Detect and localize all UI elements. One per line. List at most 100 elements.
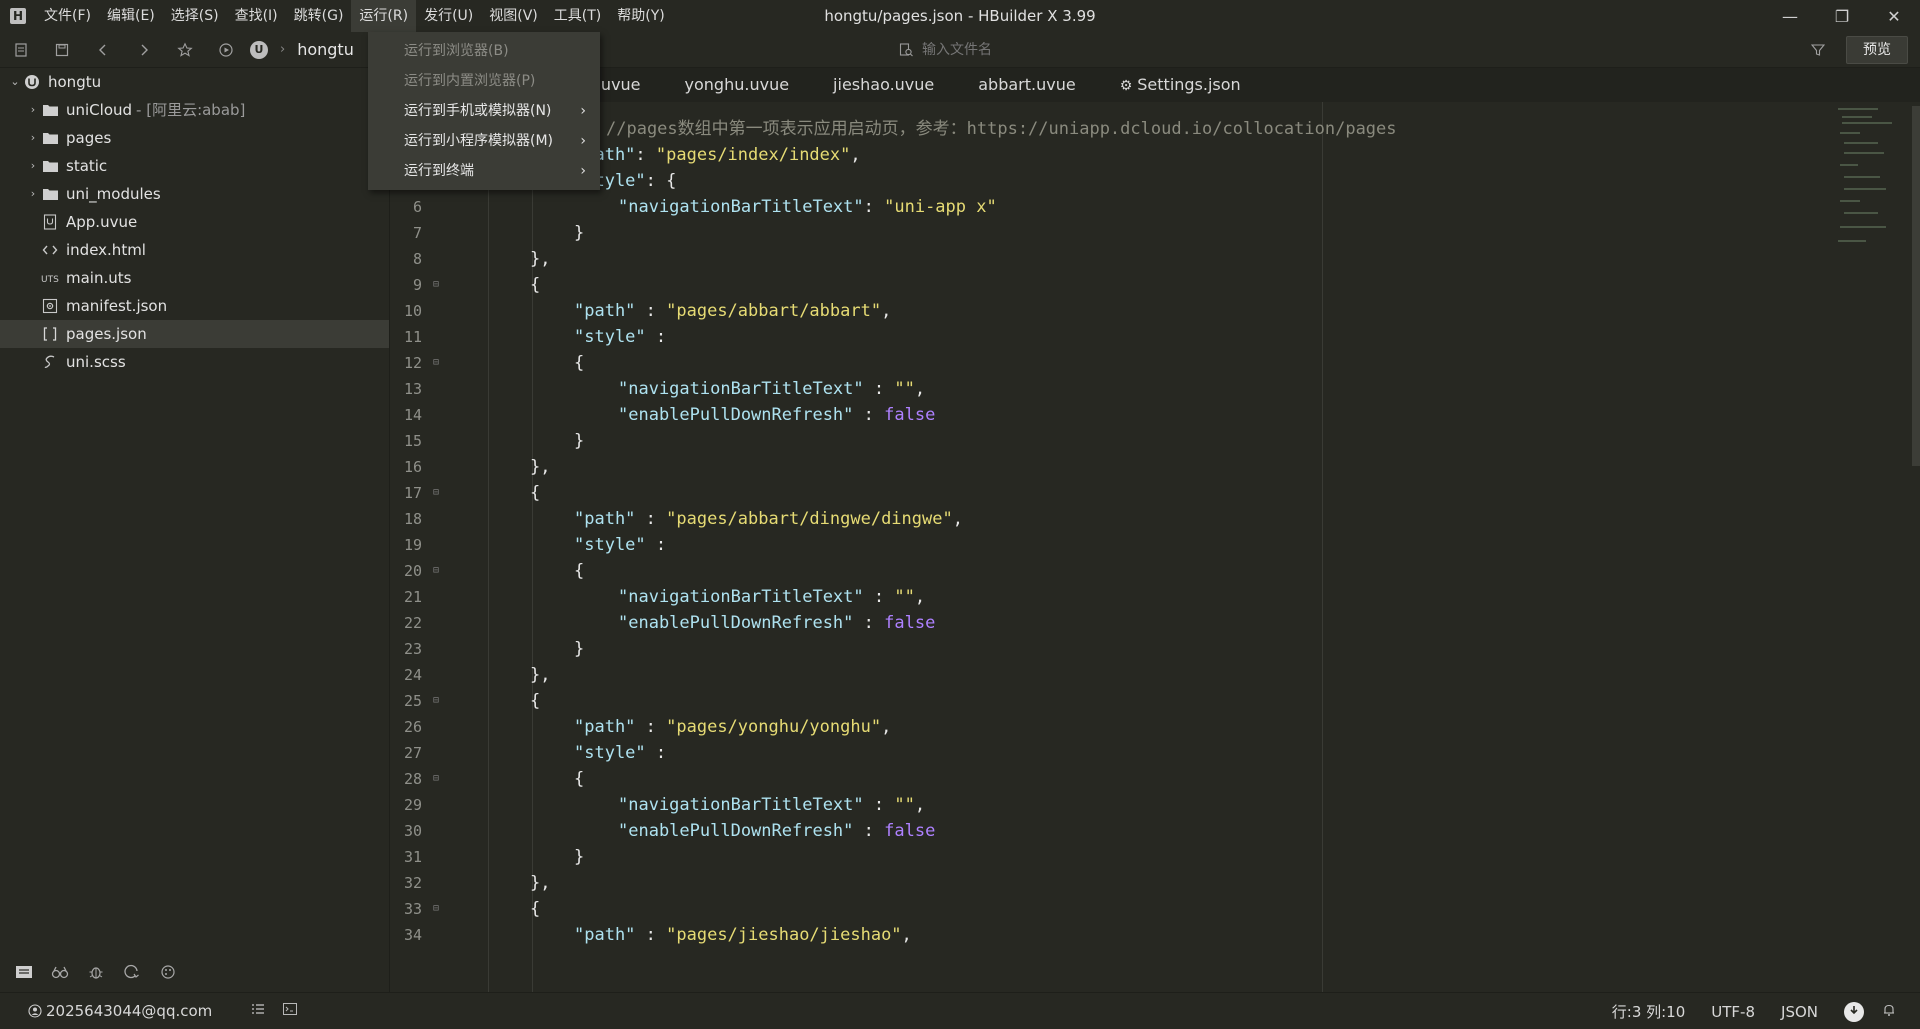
tree-item[interactable]: ⌄ hongtu [0, 68, 389, 96]
project-breadcrumb[interactable]: U › hongtu [250, 32, 354, 68]
folder-icon [40, 129, 60, 147]
line-number: 31 [403, 848, 422, 866]
save-icon[interactable] [41, 32, 82, 68]
caret-icon[interactable]: ⌄ [8, 68, 22, 96]
code-line: 25 ⊟ { [390, 688, 1810, 714]
menu-item[interactable]: 选择(S) [163, 0, 227, 32]
code-token: , [881, 301, 892, 321]
run-menu-item: 运行到内置浏览器(P) [368, 66, 600, 96]
outline-list-icon[interactable] [242, 1003, 274, 1019]
close-button[interactable]: ✕ [1868, 0, 1920, 32]
forward-icon[interactable] [123, 32, 164, 68]
source-control-icon[interactable] [114, 956, 150, 988]
code-line: 5⊟"style": { [390, 168, 1810, 194]
caret-icon[interactable]: › [26, 96, 40, 124]
code-text: }, [530, 870, 550, 896]
caret-icon[interactable]: › [26, 180, 40, 208]
plugin-icon[interactable] [150, 956, 186, 988]
run-menu-item[interactable]: 运行到小程序模拟器(M) › [368, 126, 600, 156]
tree-item[interactable]: App.uvue [0, 208, 389, 236]
code-text: "navigationBarTitleText": "uni-app x" [618, 194, 997, 220]
tree-item[interactable]: › pages [0, 124, 389, 152]
language-mode[interactable]: JSON [1781, 1003, 1818, 1021]
editor-tab[interactable]: abbart.uvue [956, 68, 1097, 102]
code-text: } [574, 844, 584, 870]
binoculars-icon[interactable] [42, 956, 78, 988]
star-icon[interactable] [164, 32, 205, 68]
preview-button[interactable]: 预览 [1846, 36, 1908, 64]
code-token: "navigationBarTitleText" [618, 795, 864, 815]
code-text: "navigationBarTitleText" : "", [618, 584, 925, 610]
back-icon[interactable] [82, 32, 123, 68]
fold-toggle-icon[interactable]: ⊟ [430, 688, 442, 714]
tree-item[interactable]: UTS main.uts [0, 264, 389, 292]
menu-item[interactable]: 运行(R) [351, 0, 417, 32]
fold-toggle-icon[interactable]: ⊟ [430, 272, 442, 298]
vertical-scrollbar[interactable] [1912, 106, 1920, 466]
run-icon[interactable] [205, 32, 246, 68]
run-menu-item[interactable]: 运行到终端 › [368, 156, 600, 186]
fold-toggle-icon[interactable]: ⊟ [430, 766, 442, 792]
code-token: : [853, 405, 885, 425]
menu-item[interactable]: 查找(I) [227, 0, 286, 32]
code-line: 28 ⊟ { [390, 766, 1810, 792]
code-text: "path": "pages/index/index", [574, 142, 861, 168]
fold-toggle-icon[interactable]: ⊟ [430, 896, 442, 922]
terminal-icon[interactable] [274, 1003, 306, 1019]
menu-item[interactable]: 工具(T) [546, 0, 609, 32]
account-email: 2025643044@qq.com [46, 1002, 213, 1020]
code-text: }, [530, 662, 550, 688]
project-explorer: ⌄ hongtu › uniCloud - [阿里云:abab] › pages › stati… [0, 68, 390, 992]
file-encoding[interactable]: UTF-8 [1711, 1003, 1755, 1021]
run-menu-item: 运行到浏览器(B) [368, 36, 600, 66]
code-line: 34 "path" : "pages/jieshao/jieshao", [390, 922, 1810, 948]
tree-item[interactable]: › static [0, 152, 389, 180]
notification-bell-icon[interactable] [1882, 1003, 1896, 1021]
tree-item[interactable]: › uniCloud - [阿里云:abab] [0, 96, 389, 124]
tree-item[interactable]: manifest.json [0, 292, 389, 320]
cursor-position[interactable]: 行:3 列:10 [1612, 1001, 1686, 1022]
menu-item[interactable]: 视图(V) [481, 0, 546, 32]
menu-item[interactable]: 发行(U) [416, 0, 481, 32]
code-token: //pages数组中第一项表示应用启动页，参考：https://uniapp.d… [606, 119, 1397, 139]
file-search-input[interactable] [922, 42, 1342, 58]
line-number: 33 [403, 900, 422, 918]
download-update-icon[interactable] [1844, 1001, 1864, 1022]
fold-toggle-icon[interactable]: ⊟ [430, 480, 442, 506]
code-token: : [635, 925, 667, 945]
code-token: , [901, 925, 912, 945]
caret-icon[interactable]: › [26, 124, 40, 152]
minimap[interactable] [1834, 106, 1914, 256]
explorer-panel-icon[interactable] [6, 956, 42, 988]
filter-icon[interactable] [1805, 32, 1831, 68]
tree-item[interactable]: pages.json [0, 320, 389, 348]
new-file-icon[interactable] [0, 32, 41, 68]
menu-item[interactable]: 文件(F) [36, 0, 99, 32]
maximize-button[interactable]: ❐ [1816, 0, 1868, 32]
debug-bug-icon[interactable] [78, 956, 114, 988]
editor-tab[interactable]: jieshao.uvue [811, 68, 956, 102]
code-token: } [574, 431, 585, 451]
caret-icon[interactable]: › [26, 152, 40, 180]
tree-item-detail: - [阿里云:abab] [136, 101, 246, 119]
code-line: 8}, [390, 246, 1810, 272]
tree-item[interactable]: › uni_modules [0, 180, 389, 208]
fold-toggle-icon[interactable]: ⊟ [430, 558, 442, 584]
tree-item[interactable]: index.html [0, 236, 389, 264]
code-token: : [863, 197, 885, 217]
code-text: "path" : "pages/abbart/abbart", [574, 298, 891, 324]
code-line: 22 "enablePullDownRefresh" : false [390, 610, 1810, 636]
fold-toggle-icon[interactable]: ⊟ [430, 350, 442, 376]
line-number: 19 [403, 536, 422, 554]
tree-item[interactable]: uni.scss [0, 348, 389, 376]
menu-item[interactable]: 编辑(E) [99, 0, 163, 32]
menu-item[interactable]: 跳转(G) [286, 0, 352, 32]
code-line: 21 "navigationBarTitleText" : "", [390, 584, 1810, 610]
menu-item[interactable]: 帮助(Y) [609, 0, 672, 32]
code-editor[interactable]: //pages数组中第一项表示应用启动页，参考：https://uniapp.d… [390, 102, 1920, 992]
editor-tab[interactable]: yonghu.uvue [663, 68, 812, 102]
run-menu-item[interactable]: 运行到手机或模拟器(N) › [368, 96, 600, 126]
minimize-button[interactable]: — [1764, 0, 1816, 32]
editor-tab[interactable]: ⚙ Settings.json [1098, 68, 1263, 102]
account-status[interactable]: 2025643044@qq.com [28, 1002, 212, 1020]
